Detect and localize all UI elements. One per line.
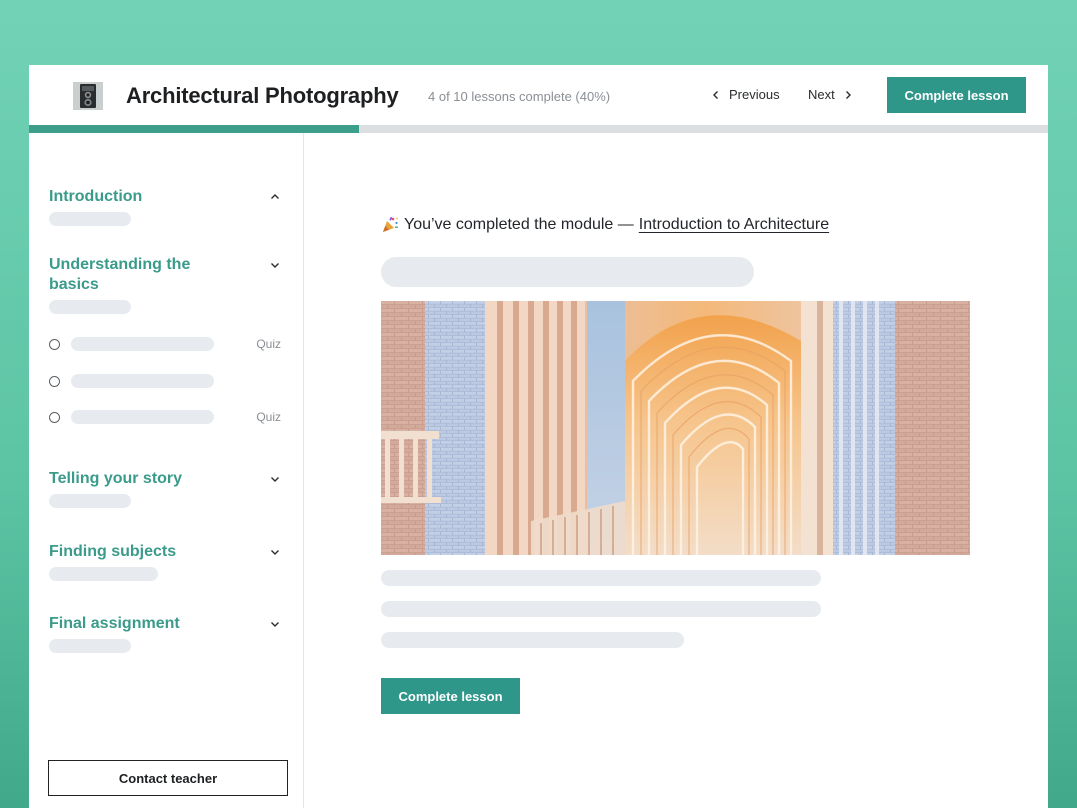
- chevron-right-icon: [845, 90, 851, 99]
- lesson-title-placeholder: [71, 374, 214, 388]
- lesson-item[interactable]: Quiz: [49, 336, 281, 352]
- lesson-status-circle[interactable]: [49, 338, 60, 350]
- contact-teacher-button[interactable]: Contact teacher: [48, 760, 288, 796]
- complete-lesson-button-header[interactable]: Complete lesson: [887, 77, 1026, 113]
- completed-prefix: You’ve completed the module —: [404, 216, 634, 233]
- next-button[interactable]: Next: [808, 87, 853, 102]
- module-subtitle-placeholder: [49, 300, 131, 314]
- course-progress-bar: [29, 125, 1048, 133]
- module-title: Finding subjects: [49, 543, 177, 560]
- lesson-item[interactable]: Quiz: [49, 409, 281, 425]
- module-title: Introduction: [49, 188, 143, 205]
- module-understanding-the-basics[interactable]: Understanding the basics: [49, 255, 281, 314]
- module-subtitle-placeholder: [49, 567, 158, 581]
- lesson-tag: Quiz: [256, 337, 281, 351]
- module-introduction[interactable]: Introduction: [49, 187, 281, 226]
- module-subtitle-placeholder: [49, 494, 131, 508]
- previous-label: Previous: [729, 87, 780, 102]
- module-subtitle-placeholder: [49, 639, 131, 653]
- module-title: Final assignment: [49, 615, 180, 632]
- module-final-assignment[interactable]: Final assignment: [49, 614, 281, 653]
- lesson-text-placeholder: [381, 570, 821, 586]
- lesson-status-circle[interactable]: [49, 375, 60, 387]
- module-telling-your-story[interactable]: Telling your story: [49, 469, 281, 508]
- module-completed-message: You’ve completed the module — Introducti…: [381, 216, 829, 234]
- lesson-status-circle[interactable]: [49, 411, 60, 423]
- module-title: Telling your story: [49, 470, 183, 487]
- lesson-content: You’ve completed the module — Introducti…: [305, 133, 1048, 808]
- camera-icon: [73, 82, 103, 110]
- previous-button[interactable]: Previous: [711, 87, 780, 102]
- chevron-up-icon[interactable]: [269, 191, 281, 203]
- chevron-down-icon[interactable]: [269, 546, 281, 558]
- module-subtitle-placeholder: [49, 212, 131, 226]
- module-title: Understanding the basics: [49, 256, 191, 293]
- architecture-photo: [381, 301, 970, 555]
- lesson-title-placeholder: [71, 337, 214, 351]
- course-header: Architectural Photography 4 of 10 lesson…: [29, 65, 1048, 125]
- course-sidebar: Introduction Understanding the basics Qu…: [29, 133, 304, 808]
- party-popper-icon: [383, 216, 398, 232]
- lesson-text-placeholder: [381, 632, 684, 648]
- lesson-tag: Quiz: [256, 410, 281, 424]
- module-link[interactable]: Introduction to Architecture: [639, 216, 829, 234]
- course-title: Architectural Photography: [126, 83, 399, 108]
- lesson-title-placeholder: [71, 410, 214, 424]
- lesson-progress-text: 4 of 10 lessons complete (40%): [428, 89, 611, 104]
- lesson-heading-placeholder: [381, 257, 754, 287]
- lesson-item[interactable]: [49, 373, 281, 389]
- course-window: Architectural Photography 4 of 10 lesson…: [29, 65, 1048, 808]
- complete-lesson-button[interactable]: Complete lesson: [381, 678, 520, 714]
- course-progress-fill: [29, 125, 360, 133]
- next-label: Next: [808, 87, 835, 102]
- chevron-down-icon[interactable]: [269, 473, 281, 485]
- module-finding-subjects[interactable]: Finding subjects: [49, 542, 281, 581]
- chevron-left-icon: [713, 90, 718, 99]
- chevron-down-icon[interactable]: [269, 259, 281, 271]
- chevron-down-icon[interactable]: [269, 618, 281, 630]
- lesson-image: [381, 301, 970, 555]
- lesson-text-placeholder: [381, 601, 821, 617]
